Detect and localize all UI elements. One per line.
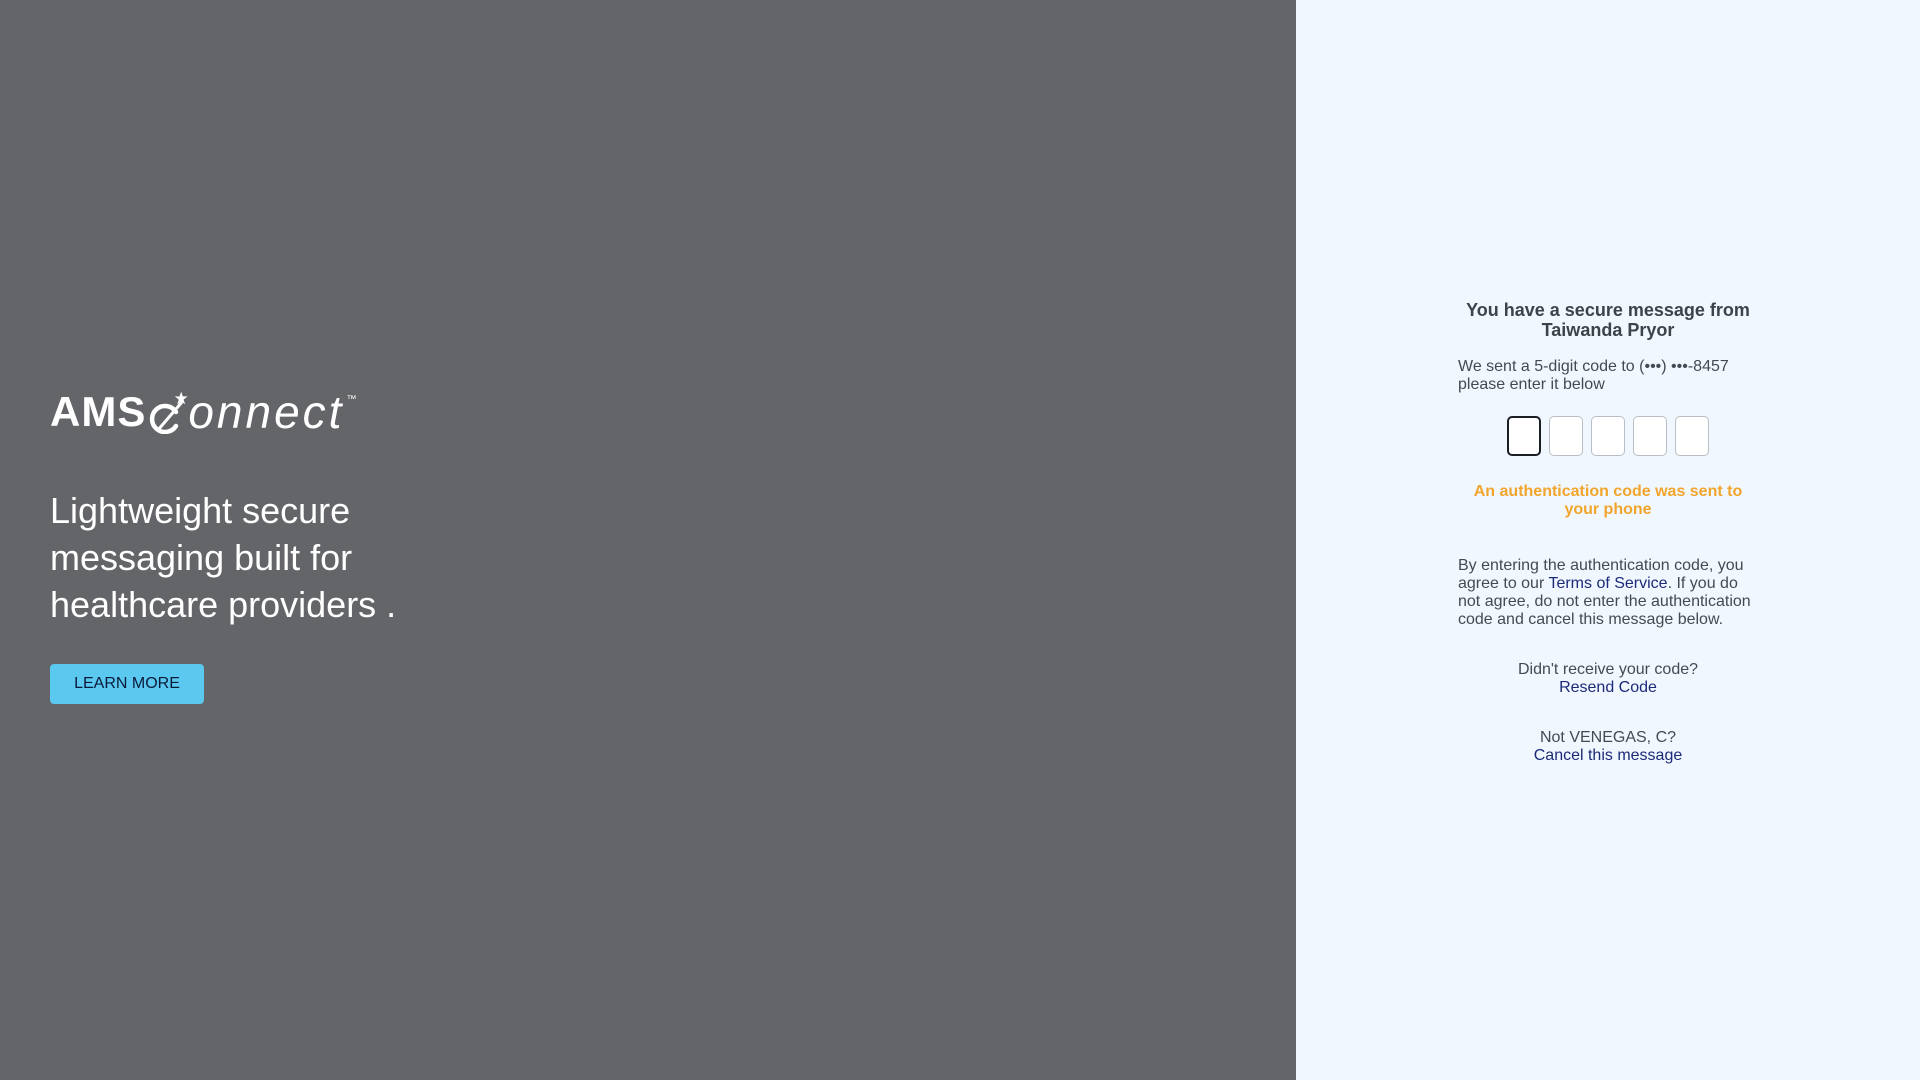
code-digit-1[interactable]: [1507, 416, 1541, 456]
secure-message-heading: You have a secure message from Taiwanda …: [1466, 300, 1750, 340]
page: AMS onnect ™ Lightweight secure messagin…: [0, 0, 1920, 1080]
code-sent-instructions: We sent a 5-digit code to (•••) •••-8457…: [1458, 358, 1729, 393]
cancel-section: Not VENEGAS, C? Cancel this message: [1458, 729, 1758, 765]
amsconnect-logo: AMS onnect ™: [50, 386, 357, 438]
logo-c-star-icon: [146, 390, 188, 435]
terms-of-service-link[interactable]: Terms of Service: [1548, 575, 1667, 592]
auth-panel: You have a secure message from Taiwanda …: [1296, 0, 1920, 1080]
terms-statement: By entering the authentication code, you…: [1458, 557, 1758, 629]
code-input-group: [1458, 416, 1758, 456]
logo-trademark: ™: [346, 394, 357, 405]
code-digit-2[interactable]: [1549, 416, 1583, 456]
logo-onnect-text: onnect: [188, 386, 345, 438]
code-digit-3[interactable]: [1591, 416, 1625, 456]
not-user-prompt: Not VENEGAS, C?: [1539, 729, 1677, 746]
resend-code-link[interactable]: Resend Code: [1559, 679, 1657, 696]
code-digit-5[interactable]: [1675, 416, 1709, 456]
code-digit-4[interactable]: [1633, 416, 1667, 456]
hero-tagline: Lightweight secure messaging built for h…: [50, 490, 397, 625]
resend-prompt: Didn't receive your code?: [1517, 661, 1699, 678]
hero-panel: AMS onnect ™ Lightweight secure messagin…: [0, 0, 1296, 1080]
auth-form: You have a secure message from Taiwanda …: [1458, 300, 1758, 765]
logo-ams-text: AMS: [50, 388, 147, 435]
auth-code-sent-notice: An authentication code was sent to your …: [1473, 483, 1743, 518]
learn-more-button[interactable]: LEARN MORE: [50, 664, 204, 704]
cancel-message-link[interactable]: Cancel this message: [1534, 747, 1683, 764]
resend-section: Didn't receive your code? Resend Code: [1458, 661, 1758, 697]
